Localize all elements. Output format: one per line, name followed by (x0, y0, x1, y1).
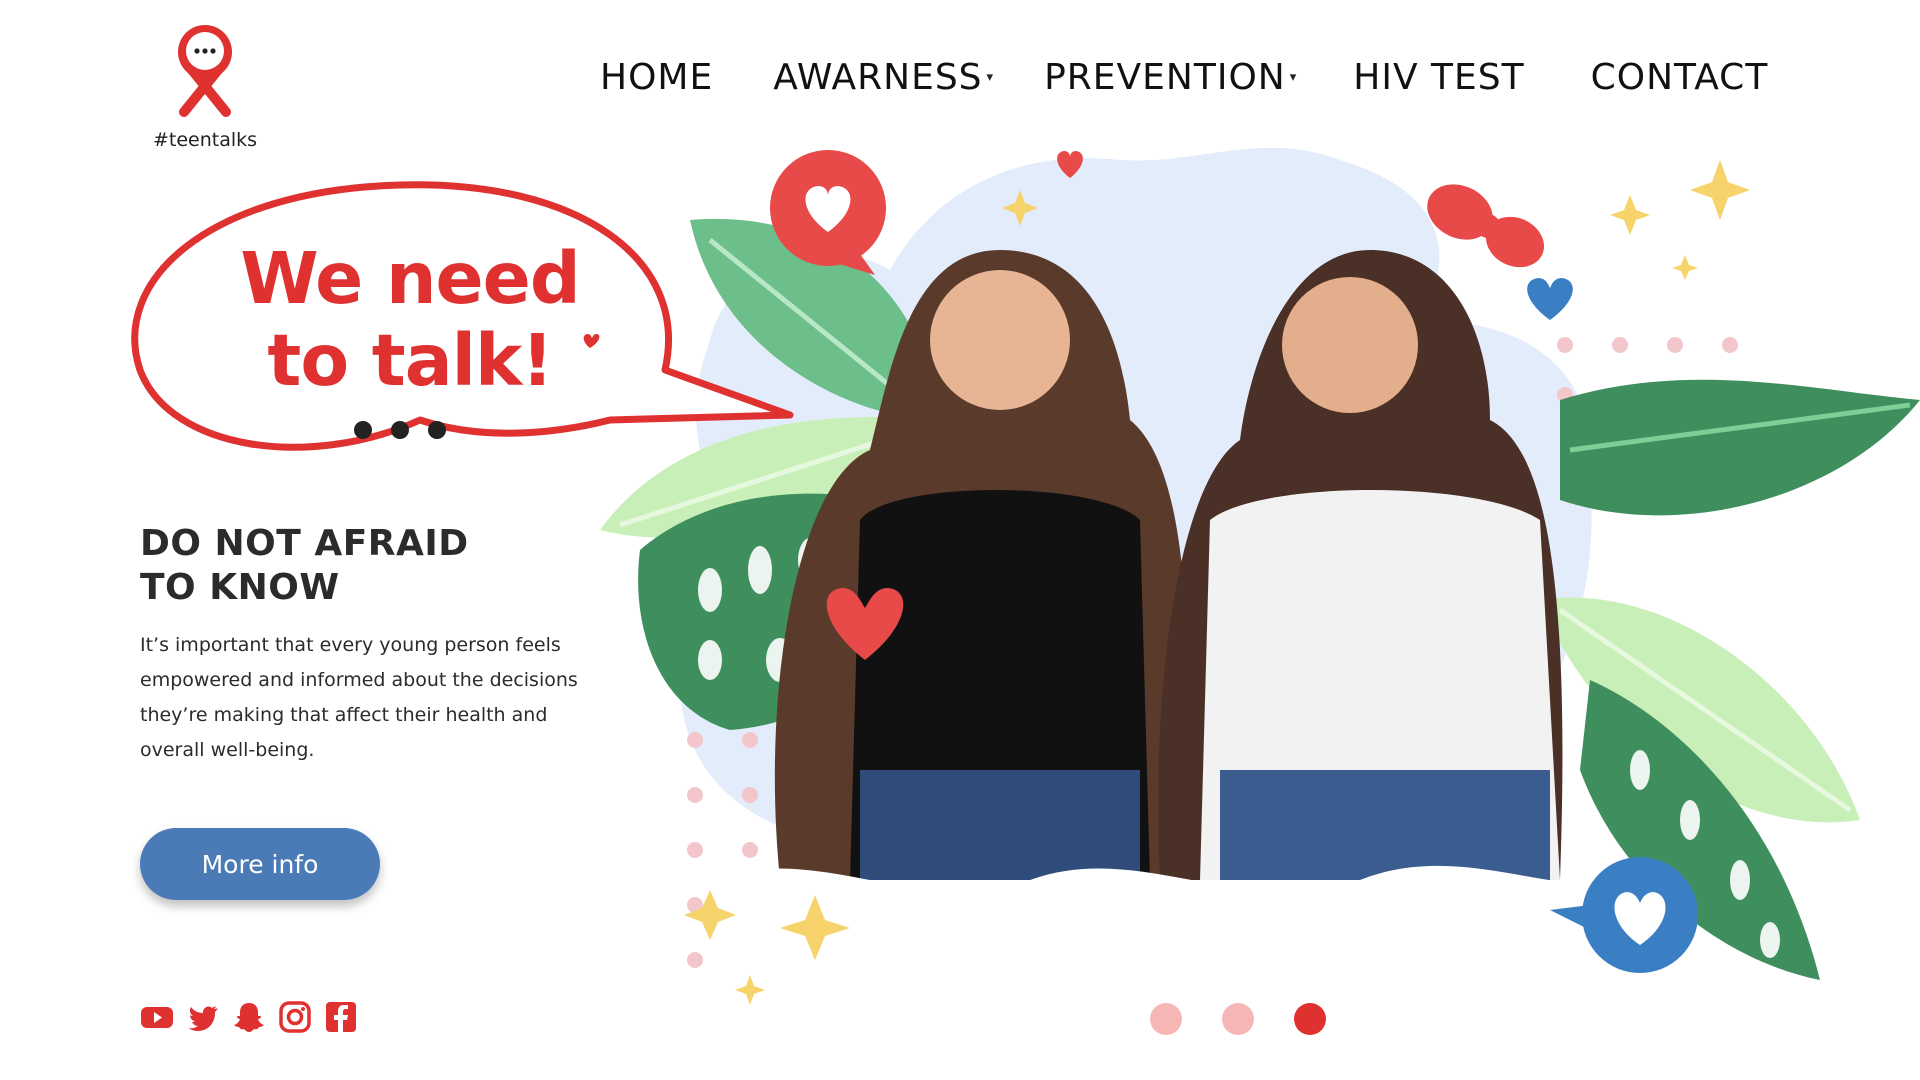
nav-contact[interactable]: CONTACT (1591, 57, 1769, 98)
subhead-line-1: DO NOT AFRAID (140, 523, 469, 564)
brand-tagline: #teentalks (152, 129, 258, 151)
hero-body-text: It’s important that every young person f… (140, 634, 578, 761)
nav-home-label: HOME (600, 56, 714, 98)
subhead-line-2: TO KNOW (140, 567, 340, 608)
twitter-icon[interactable] (186, 1000, 220, 1034)
leaf-right-dark (1560, 379, 1920, 516)
carousel-dot-3[interactable] (1294, 1003, 1326, 1035)
nav-hiv-test-label: HIV TEST (1353, 56, 1525, 98)
nav-awareness[interactable]: AWARNESS ▾ (773, 57, 994, 98)
main-nav: HOME AWARNESS ▾ PREVENTION ▾ HIV TEST CO… (600, 52, 1768, 102)
nav-awareness-label: AWARNESS (773, 56, 983, 98)
chevron-down-icon: ▾ (986, 69, 995, 85)
chevron-down-icon: ▾ (1289, 69, 1298, 85)
nav-home[interactable]: HOME (600, 57, 713, 98)
wave-edge (710, 865, 1620, 1020)
snapchat-icon[interactable] (232, 1000, 266, 1034)
nav-contact-label: CONTACT (1590, 56, 1769, 98)
more-info-button[interactable]: More info (140, 828, 380, 900)
facebook-icon[interactable] (324, 1000, 358, 1034)
nav-prevention-label: PREVENTION (1044, 56, 1286, 98)
nav-prevention[interactable]: PREVENTION ▾ (1044, 57, 1297, 98)
section-subheading: DO NOT AFRAID TO KNOW (140, 522, 580, 610)
youtube-icon[interactable] (140, 1000, 174, 1034)
nav-hiv-test[interactable]: HIV TEST (1353, 57, 1524, 98)
carousel-dot-1[interactable] (1150, 1003, 1182, 1035)
headline-line-2: to talk! (267, 319, 553, 402)
brand-logo[interactable]: #teentalks (150, 22, 260, 157)
social-links (140, 1000, 358, 1034)
headline-line-1: We need (240, 237, 580, 320)
ribbon-chat-icon (178, 25, 232, 117)
hero-headline: We need to talk! (200, 238, 620, 402)
heart-icon (1527, 278, 1573, 320)
instagram-icon[interactable] (278, 1000, 312, 1034)
carousel-indicators (1150, 1003, 1326, 1035)
carousel-dot-2[interactable] (1222, 1003, 1254, 1035)
